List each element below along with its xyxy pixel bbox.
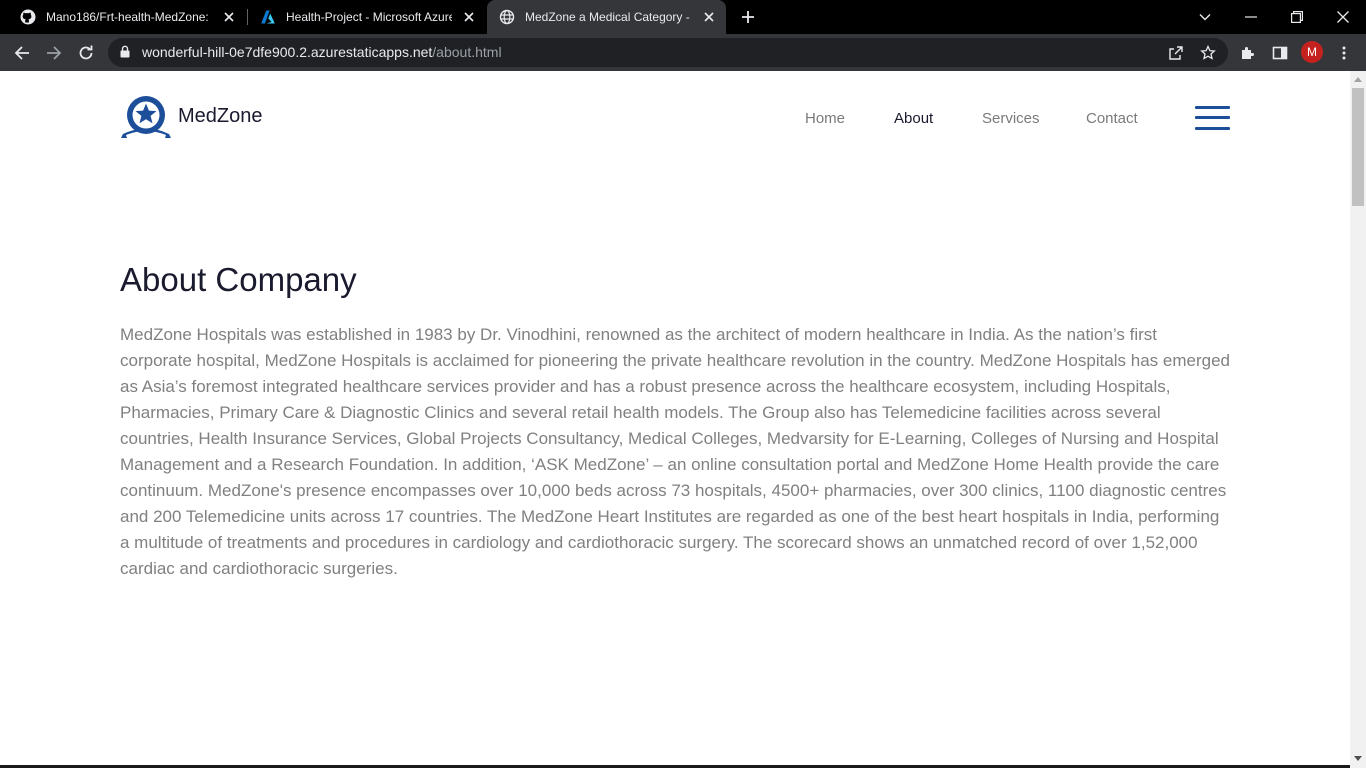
scrollbar-thumb[interactable]	[1352, 88, 1364, 206]
hamburger-icon-bar	[1195, 127, 1230, 130]
nav-home[interactable]: Home	[805, 110, 845, 127]
extensions-button[interactable]	[1234, 39, 1262, 67]
plus-icon	[742, 11, 754, 23]
about-paragraph: MedZone Hospitals was established in 198…	[120, 325, 1231, 578]
tab-medzone[interactable]: MedZone a Medical Category - A	[487, 0, 726, 34]
close-tab-icon[interactable]	[700, 8, 718, 26]
github-icon	[20, 9, 36, 25]
reload-icon	[79, 45, 93, 60]
brand-name: MedZone	[178, 104, 263, 127]
url-host: wonderful-hill-0e7dfe900.2.azurestaticap…	[142, 44, 433, 60]
side-panel-button[interactable]	[1266, 39, 1294, 67]
tab-title: Mano186/Frt-health-MedZone: M	[46, 10, 212, 24]
tab-title: MedZone a Medical Category - A	[525, 10, 692, 24]
scroll-down-icon[interactable]	[1350, 750, 1366, 766]
close-tab-icon[interactable]	[220, 8, 238, 26]
arrow-left-icon	[14, 46, 29, 60]
nav-contact[interactable]: Contact	[1086, 110, 1138, 127]
profile-avatar[interactable]: M	[1301, 41, 1323, 63]
new-tab-button[interactable]	[736, 5, 760, 29]
bookmark-star-icon[interactable]	[1198, 43, 1218, 63]
site-logo[interactable]: MedZone	[120, 93, 263, 143]
url-path: /about.html	[432, 44, 502, 60]
globe-icon	[499, 9, 515, 25]
side-panel-icon	[1272, 46, 1288, 60]
reload-button[interactable]	[72, 39, 100, 67]
restore-icon	[1291, 11, 1303, 23]
menu-button[interactable]	[1195, 106, 1230, 130]
arrow-right-icon	[47, 46, 62, 60]
tab-azure[interactable]: Health-Project - Microsoft Azure	[248, 0, 486, 34]
minimize-button[interactable]	[1228, 0, 1274, 34]
forward-button[interactable]	[40, 39, 68, 67]
page-content: MedZone Home About Services Contact Abou…	[0, 71, 1350, 768]
browser-toolbar: wonderful-hill-0e7dfe900.2.azurestaticap…	[0, 34, 1366, 71]
puzzle-icon	[1242, 47, 1254, 59]
about-heading: About Company	[120, 261, 357, 298]
hamburger-icon-bar	[1195, 116, 1230, 119]
close-window-button[interactable]	[1320, 0, 1366, 34]
browser-tab-bar: Mano186/Frt-health-MedZone: M Health-Pro…	[0, 0, 1366, 34]
url-text: wonderful-hill-0e7dfe900.2.azurestaticap…	[142, 44, 502, 60]
scroll-up-icon[interactable]	[1350, 71, 1366, 87]
address-bar[interactable]: wonderful-hill-0e7dfe900.2.azurestaticap…	[108, 38, 1228, 67]
nav-services[interactable]: Services	[982, 110, 1040, 127]
nav-about[interactable]: About	[894, 110, 933, 127]
kebab-menu-icon	[1342, 46, 1346, 60]
chevron-down-icon	[1199, 14, 1211, 21]
medzone-logo-icon	[121, 96, 171, 138]
lock-icon[interactable]	[120, 45, 130, 63]
azure-icon	[260, 9, 276, 25]
tab-title: Health-Project - Microsoft Azure	[286, 10, 452, 24]
browser-menu-button[interactable]	[1330, 39, 1358, 67]
tab-github[interactable]: Mano186/Frt-health-MedZone: M	[8, 0, 246, 34]
back-button[interactable]	[8, 39, 36, 67]
share-icon[interactable]	[1166, 43, 1186, 63]
restore-button[interactable]	[1274, 0, 1320, 34]
hamburger-icon-bar	[1195, 106, 1230, 109]
tab-search-button[interactable]	[1182, 0, 1228, 34]
minimize-icon	[1245, 16, 1257, 18]
close-tab-icon[interactable]	[460, 8, 478, 26]
close-icon	[1337, 11, 1349, 23]
